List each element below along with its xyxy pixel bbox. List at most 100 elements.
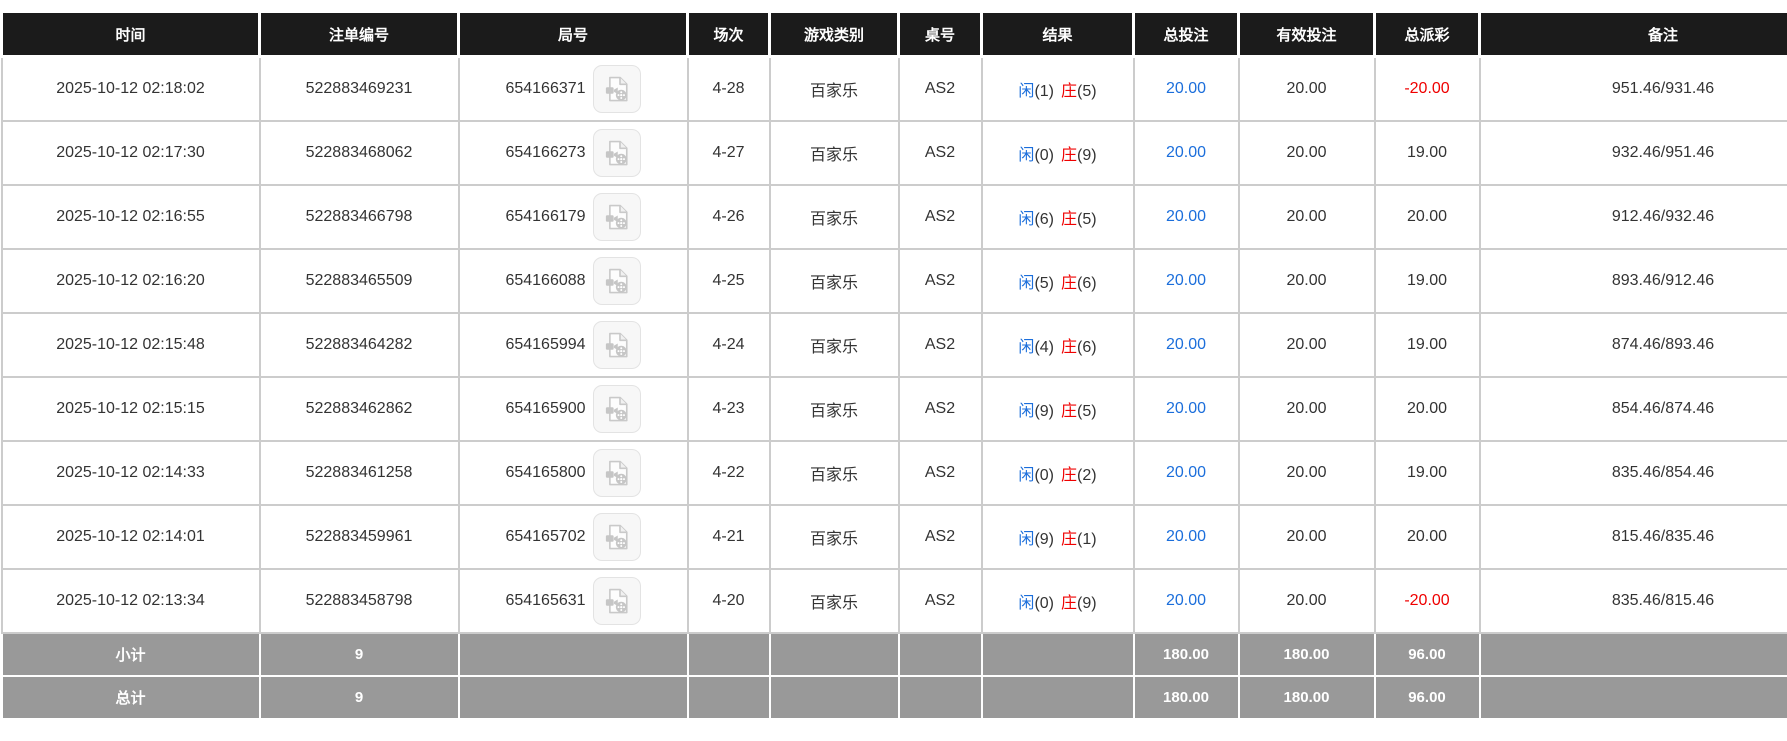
video-replay-button[interactable] xyxy=(592,257,641,305)
valid-bet-cell: 20.00 xyxy=(1237,504,1376,570)
bet-records-table: 时间 注单编号 局号 场次 游戏类别 桌号 结果 总投注 有效投注 总派彩 备注 2025-10-1… xyxy=(0,10,1787,720)
round-cell: 654165994 xyxy=(457,312,689,378)
payout-cell: -20.00 xyxy=(1373,568,1481,634)
total-bet-cell: 20.00 xyxy=(1132,440,1240,506)
result-banker-score: (6) xyxy=(1077,339,1097,356)
bet-id-cell: 522883459961 xyxy=(258,504,460,570)
table-row: 2025-10-12 02:14:01 522883459961 6541657… xyxy=(0,504,1787,570)
subtotal-session-cell xyxy=(686,632,771,677)
remark-cell: 854.46/874.46 xyxy=(1478,376,1787,442)
result-banker-score: (6) xyxy=(1077,275,1097,292)
video-replay-button[interactable] xyxy=(592,193,641,241)
remark-cell: 835.46/854.46 xyxy=(1478,440,1787,506)
video-replay-icon xyxy=(602,394,632,424)
video-replay-button[interactable] xyxy=(592,129,641,177)
time-cell: 2025-10-12 02:16:55 xyxy=(0,184,261,250)
payout-cell: 19.00 xyxy=(1373,248,1481,314)
time-cell: 2025-10-12 02:15:15 xyxy=(0,376,261,442)
result-cell: 闲(0) 庄(9) xyxy=(980,568,1135,634)
result-banker-score: (5) xyxy=(1077,211,1097,228)
bet-id-cell: 522883464282 xyxy=(258,312,460,378)
result-player-label: 闲 xyxy=(1018,339,1035,356)
total-bet-cell: 20.00 xyxy=(1132,184,1240,250)
result-player-score: (6) xyxy=(1034,211,1054,228)
time-cell: 2025-10-12 02:18:02 xyxy=(0,56,261,122)
bet-id-cell: 522883461258 xyxy=(258,440,460,506)
video-replay-button[interactable] xyxy=(592,321,641,369)
bet-id-cell: 522883466798 xyxy=(258,184,460,250)
video-replay-button[interactable] xyxy=(592,513,641,561)
valid-bet-cell: 20.00 xyxy=(1237,312,1376,378)
column-header-bet-id: 注单编号 xyxy=(258,10,460,58)
result-banker-score: (9) xyxy=(1077,595,1097,612)
valid-bet-cell: 20.00 xyxy=(1237,56,1376,122)
session-cell: 4-21 xyxy=(686,504,771,570)
column-header-session: 场次 xyxy=(686,10,771,58)
result-cell: 闲(9) 庄(1) xyxy=(980,504,1135,570)
table-row: 2025-10-12 02:18:02 522883469231 6541663… xyxy=(0,56,1787,122)
result-player-score: (1) xyxy=(1034,83,1054,100)
total-bet-cell: 20.00 xyxy=(1132,248,1240,314)
result-cell: 闲(0) 庄(9) xyxy=(980,120,1135,186)
result-cell: 闲(6) 庄(5) xyxy=(980,184,1135,250)
result-player-score: (0) xyxy=(1034,147,1054,164)
result-banker-label: 庄 xyxy=(1061,595,1078,612)
result-player-score: (9) xyxy=(1034,531,1054,548)
grand-total-table-no-cell xyxy=(897,675,983,720)
payout-cell: 19.00 xyxy=(1373,312,1481,378)
game-type-cell: 百家乐 xyxy=(768,120,900,186)
video-replay-button[interactable] xyxy=(592,65,641,113)
grand-total-round-cell xyxy=(457,675,689,720)
grand-total-result-cell xyxy=(980,675,1135,720)
valid-bet-cell: 20.00 xyxy=(1237,376,1376,442)
result-cell: 闲(0) 庄(2) xyxy=(980,440,1135,506)
total-bet-cell: 20.00 xyxy=(1132,376,1240,442)
video-replay-button[interactable] xyxy=(592,577,641,625)
grand-total-valid-bet-cell: 180.00 xyxy=(1237,675,1376,720)
video-replay-icon xyxy=(602,458,632,488)
grand-total-remark-cell xyxy=(1478,675,1787,720)
payout-cell: 20.00 xyxy=(1373,376,1481,442)
result-banker-label: 庄 xyxy=(1061,147,1078,164)
subtotal-remark-cell xyxy=(1478,632,1787,677)
round-cell: 654165800 xyxy=(457,440,689,506)
payout-cell: -20.00 xyxy=(1373,56,1481,122)
round-number: 654166273 xyxy=(505,144,586,161)
table-no-cell: AS2 xyxy=(897,120,983,186)
table-row: 2025-10-12 02:16:20 522883465509 6541660… xyxy=(0,248,1787,314)
video-replay-icon xyxy=(602,330,632,360)
table-row: 2025-10-12 02:15:48 522883464282 6541659… xyxy=(0,312,1787,378)
result-banker-label: 庄 xyxy=(1061,211,1078,228)
result-banker-label: 庄 xyxy=(1061,83,1078,100)
round-cell: 654166088 xyxy=(457,248,689,314)
valid-bet-cell: 20.00 xyxy=(1237,184,1376,250)
round-number: 654165800 xyxy=(505,464,586,481)
round-cell: 654165900 xyxy=(457,376,689,442)
video-replay-icon xyxy=(602,522,632,552)
table-header-row: 时间 注单编号 局号 场次 游戏类别 桌号 结果 总投注 有效投注 总派彩 备注 xyxy=(0,10,1787,58)
subtotal-result-cell xyxy=(980,632,1135,677)
payout-cell: 19.00 xyxy=(1373,440,1481,506)
video-replay-button[interactable] xyxy=(592,449,641,497)
column-header-payout: 总派彩 xyxy=(1373,10,1481,58)
bet-id-cell: 522883469231 xyxy=(258,56,460,122)
valid-bet-cell: 20.00 xyxy=(1237,248,1376,314)
remark-cell: 835.46/815.46 xyxy=(1478,568,1787,634)
result-cell: 闲(1) 庄(5) xyxy=(980,56,1135,122)
result-player-score: (9) xyxy=(1034,403,1054,420)
total-bet-cell: 20.00 xyxy=(1132,120,1240,186)
total-bet-cell: 20.00 xyxy=(1132,56,1240,122)
round-cell: 654165631 xyxy=(457,568,689,634)
column-header-time: 时间 xyxy=(0,10,261,58)
bet-id-cell: 522883458798 xyxy=(258,568,460,634)
table-no-cell: AS2 xyxy=(897,504,983,570)
video-replay-button[interactable] xyxy=(592,385,641,433)
remark-cell: 815.46/835.46 xyxy=(1478,504,1787,570)
table-no-cell: AS2 xyxy=(897,184,983,250)
result-player-label: 闲 xyxy=(1018,147,1035,164)
round-number: 654166371 xyxy=(505,80,586,97)
game-type-cell: 百家乐 xyxy=(768,568,900,634)
game-type-cell: 百家乐 xyxy=(768,56,900,122)
game-type-cell: 百家乐 xyxy=(768,248,900,314)
payout-cell: 20.00 xyxy=(1373,184,1481,250)
